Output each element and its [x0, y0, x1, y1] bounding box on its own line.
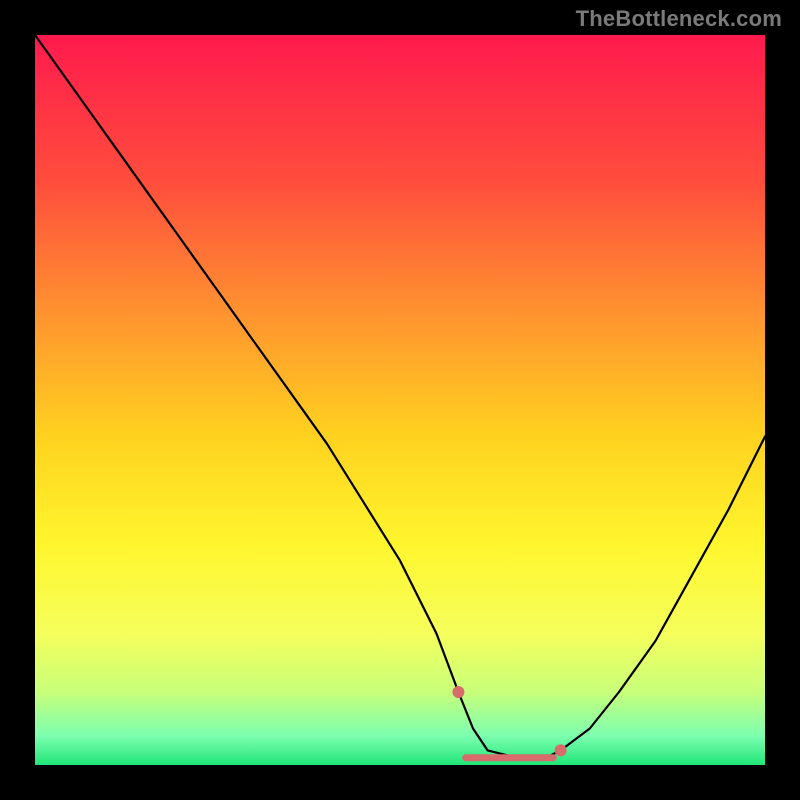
- bottleneck-chart: [0, 0, 800, 800]
- optimal-range-start-dot: [452, 686, 464, 698]
- chart-frame: TheBottleneck.com: [0, 0, 800, 800]
- plot-background: [35, 35, 765, 765]
- optimal-range-end-dot: [555, 744, 567, 756]
